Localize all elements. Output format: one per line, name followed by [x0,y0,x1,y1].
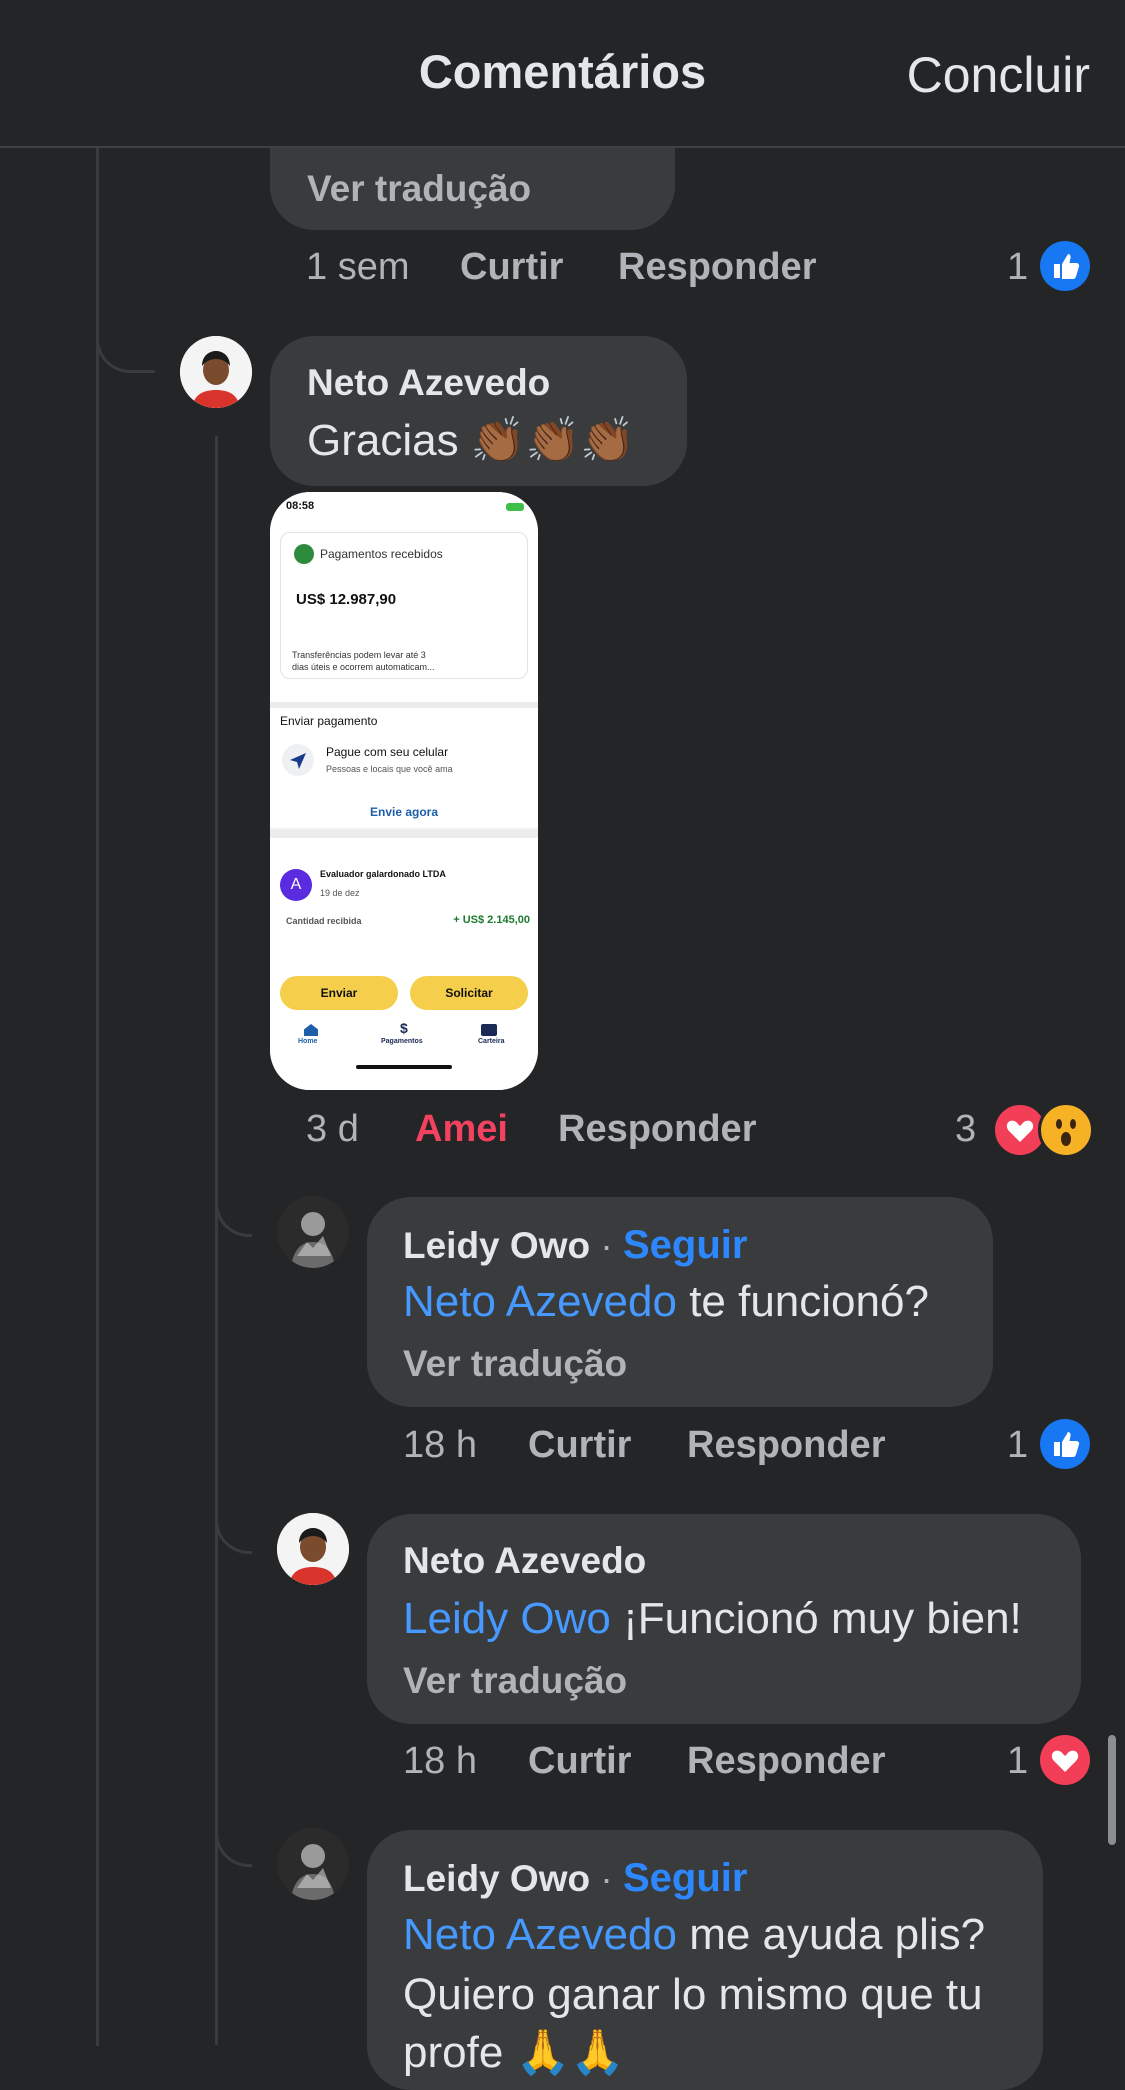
translate-link[interactable]: Ver tradução [403,1660,627,1702]
reaction-count[interactable]: 1 [1007,246,1028,289]
avatar-leidy[interactable] [277,1196,349,1268]
reaction-count[interactable]: 3 [955,1108,976,1151]
follow-button[interactable]: Seguir [623,1856,747,1900]
nav-payments: Pagamentos [381,1038,423,1045]
thread-line-root [96,146,99,2046]
mention-link[interactable]: Leidy Owo [403,1594,611,1643]
tx-date: 19 de dez [320,888,360,898]
scrollbar[interactable] [1108,1735,1116,1845]
like-button[interactable]: Curtir [460,246,563,288]
comment-bubble: Neto Azevedo Gracias 👏🏾👏🏾👏🏾 [270,336,687,486]
comment-text: profe 🙏🙏 [403,2028,626,2077]
like-button[interactable]: Curtir [528,1740,631,1782]
balance-amount: US$ 12.987,90 [296,591,397,608]
nav-home: Home [298,1038,318,1045]
translate-link[interactable]: Ver tradução [307,168,531,210]
card-note: dias úteis e ocorrem automaticam... [292,662,435,672]
comment-bubble: Leidy Owo · Seguir Neto Azevedo te funci… [367,1197,993,1407]
battery-icon [506,503,524,511]
pay-title: Pague com seu celular [326,745,449,759]
like-reaction-icon [1040,1419,1090,1469]
reaction-count[interactable]: 1 [1007,1740,1028,1783]
mention-link[interactable]: Neto Azevedo [403,1277,677,1326]
comment-text: Quiero ganar lo mismo que tu [403,1970,983,2019]
comment-text: me ayuda plis? [676,1910,986,1959]
reply-button[interactable]: Responder [687,1424,885,1466]
money-icon [294,544,314,564]
comments-header: Comentários Concluir [0,0,1125,148]
author-name[interactable]: Neto Azevedo [403,1540,646,1582]
thread-line-replies [215,436,218,2045]
author-name[interactable]: Leidy Owo [403,1225,590,1266]
send-icon [282,744,314,776]
reply-button[interactable]: Responder [618,246,816,288]
avatar-leidy[interactable] [277,1828,349,1900]
author-name[interactable]: Neto Azevedo [307,362,550,404]
author-name[interactable]: Leidy Owo [403,1858,590,1899]
thread-connector [96,300,155,373]
reply-button[interactable]: Responder [687,1740,885,1782]
follow-button[interactable]: Seguir [623,1223,747,1267]
status-time: 08:58 [286,500,315,512]
card-note: Transferências podem levar até 3 [292,650,426,660]
nav-wallet: Carteira [478,1038,505,1045]
tx-avatar: A [280,869,312,901]
avatar-neto[interactable] [277,1513,349,1585]
separator-dot: · [600,1225,613,1266]
comment-text: te funcionó? [676,1277,929,1326]
wow-reaction-icon [1038,1102,1094,1158]
tx-name: Evaluador galardonado LTDA [320,869,446,879]
love-button[interactable]: Amei [415,1108,508,1150]
thread-connector [215,1180,252,1237]
mention-link[interactable]: Neto Azevedo [403,1910,677,1959]
attached-image[interactable]: 08:58 Pagamentos recebidos US$ 12.987,90… [270,492,538,1090]
avatar-neto[interactable] [180,336,252,408]
reaction-count[interactable]: 1 [1007,1424,1028,1467]
request-button: Solicitar [410,976,528,1010]
comment-time: 1 sem [306,246,410,288]
comment-time: 3 d [306,1108,359,1150]
send-now-link: Envie agora [369,805,439,819]
comment-bubble: Neto Azevedo Leidy Owo ¡Funcionó muy bie… [367,1514,1081,1724]
tx-label: Cantidad recibida [286,916,362,926]
tx-amount: + US$ 2.145,00 [453,914,530,926]
like-button[interactable]: Curtir [528,1424,631,1466]
like-reaction-icon [1040,241,1090,291]
thread-connector [215,1493,252,1554]
wallet-icon [481,1024,497,1036]
love-reaction-icon [1040,1735,1090,1785]
reply-button[interactable]: Responder [558,1108,756,1150]
comment-bubble: Leidy Owo · Seguir Neto Azevedo me ayuda… [367,1830,1043,2090]
translate-link[interactable]: Ver tradução [403,1343,627,1385]
comment-text: ¡Funcionó muy bien! [610,1594,1022,1643]
send-section-title: Enviar pagamento [280,714,378,728]
comment-time: 18 h [403,1424,477,1466]
dollar-icon: $ [400,1020,408,1036]
send-button: Enviar [280,976,398,1010]
done-button[interactable]: Concluir [907,46,1090,104]
thread-connector [215,1808,252,1867]
separator-dot: · [600,1858,613,1899]
card-title: Pagamentos recebidos [320,547,443,561]
comment-text: Gracias 👏🏾👏🏾👏🏾 [307,416,636,465]
home-indicator [356,1065,452,1069]
comment-time: 18 h [403,1740,477,1782]
pay-subtitle: Pessoas e locais que você ama [326,764,453,774]
